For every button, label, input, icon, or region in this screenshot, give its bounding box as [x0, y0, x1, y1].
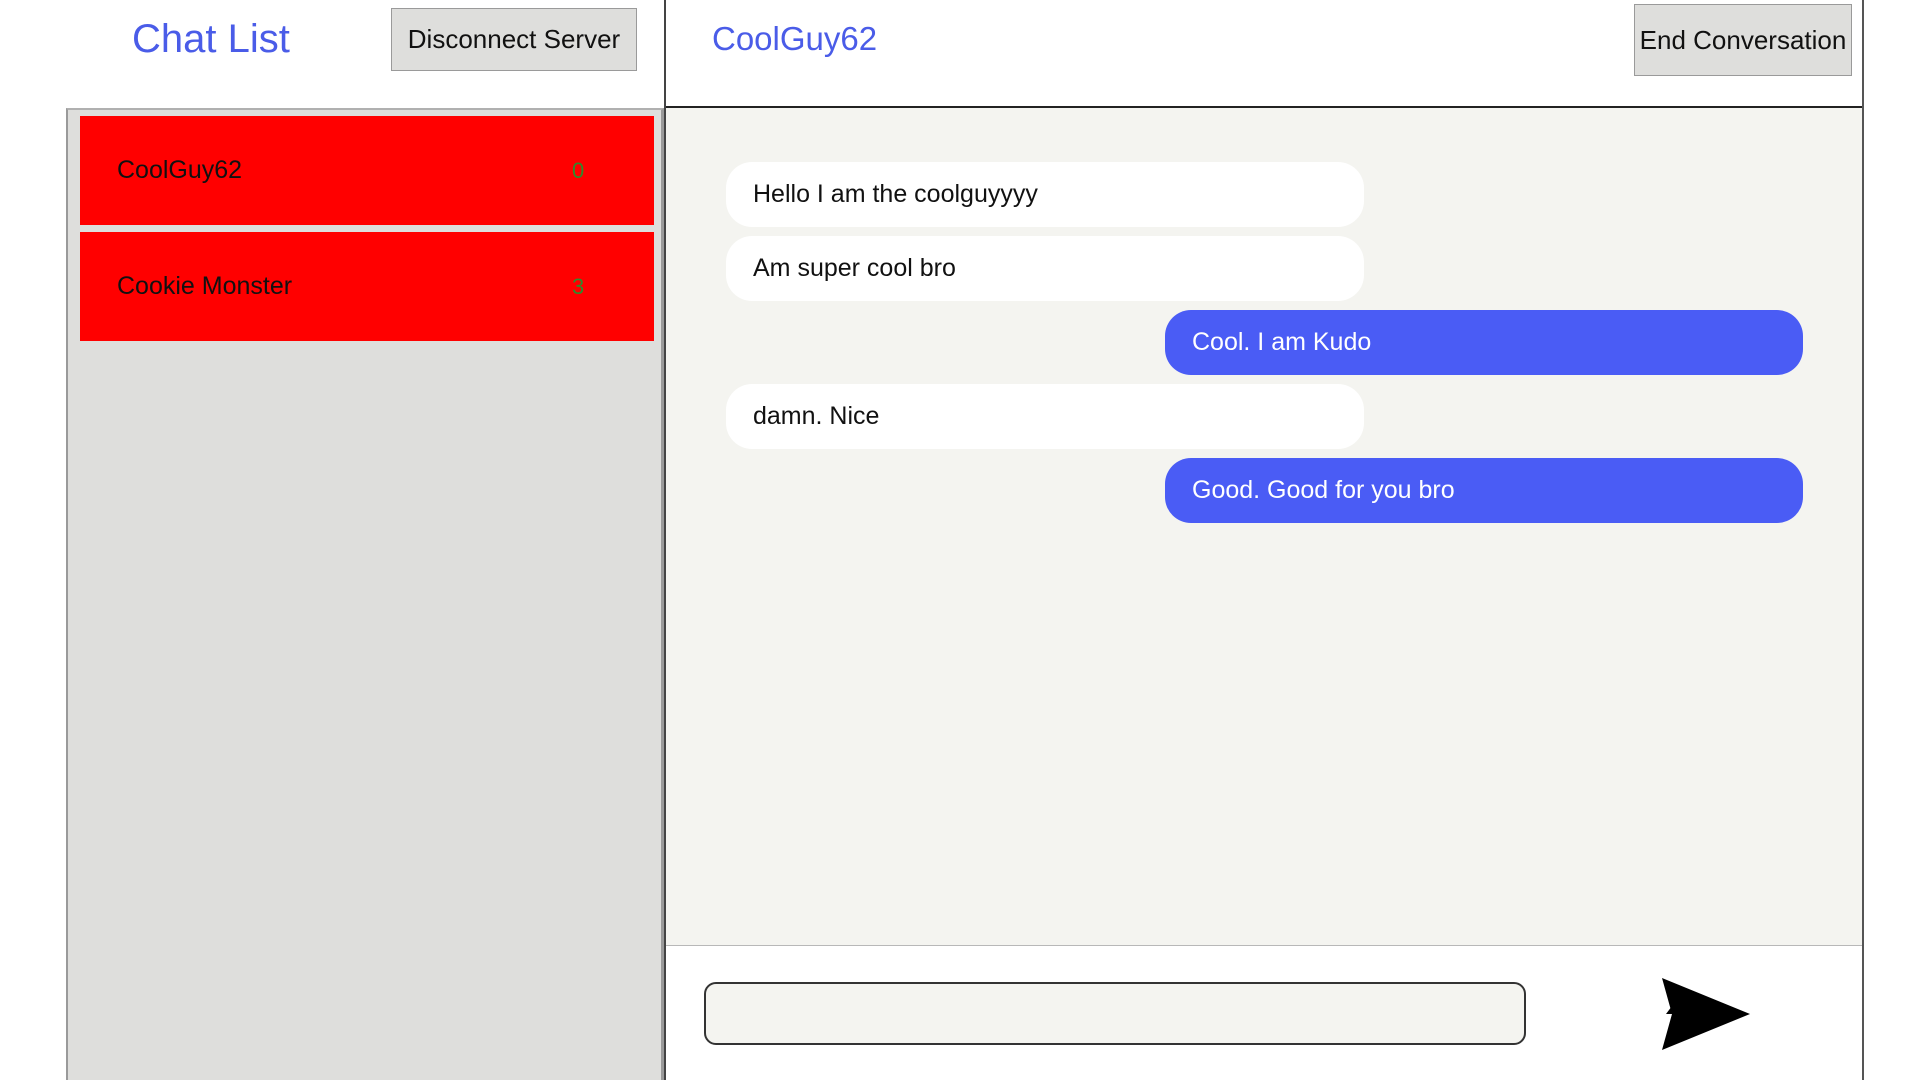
unread-count-badge: 0 — [572, 157, 585, 183]
chat-list-item-coolguy62[interactable]: CoolGuy62 0 — [80, 116, 654, 225]
send-button[interactable] — [1662, 976, 1752, 1052]
message-input-bar — [666, 946, 1862, 1080]
message-bubble-outgoing: Cool. I am Kudo — [1165, 310, 1803, 375]
chat-item-name: Cookie Monster — [117, 272, 293, 300]
message-bubble-incoming: Am super cool bro — [726, 236, 1364, 301]
unread-count-badge: 3 — [572, 273, 585, 299]
send-arrow-icon — [1662, 978, 1750, 1050]
chat-item-name: CoolGuy62 — [117, 156, 243, 184]
chat-list-panel: Chat List Disconnect Server CoolGuy62 0 … — [66, 0, 664, 1080]
message-bubble-outgoing: Good. Good for you bro — [1165, 458, 1803, 523]
message-bubble-incoming: Hello I am the coolguyyyy — [726, 162, 1364, 227]
conversation-panel: CoolGuy62 End Conversation Hello I am th… — [664, 0, 1864, 1080]
chat-list-item-cookie-monster[interactable]: Cookie Monster 3 — [80, 232, 654, 341]
chat-list: CoolGuy62 0 Cookie Monster 3 — [66, 108, 664, 1080]
conversation-title: CoolGuy62 — [712, 20, 878, 57]
messages-area[interactable]: Hello I am the coolguyyyy Am super cool … — [666, 108, 1862, 946]
disconnect-server-button[interactable]: Disconnect Server — [391, 8, 637, 71]
end-conversation-button[interactable]: End Conversation — [1634, 4, 1852, 76]
message-input[interactable] — [704, 982, 1526, 1045]
chat-list-header: Chat List Disconnect Server — [66, 0, 664, 108]
message-bubble-incoming: damn. Nice — [726, 384, 1364, 449]
chat-list-title: Chat List — [132, 17, 290, 61]
conversation-header: CoolGuy62 End Conversation — [666, 0, 1862, 108]
